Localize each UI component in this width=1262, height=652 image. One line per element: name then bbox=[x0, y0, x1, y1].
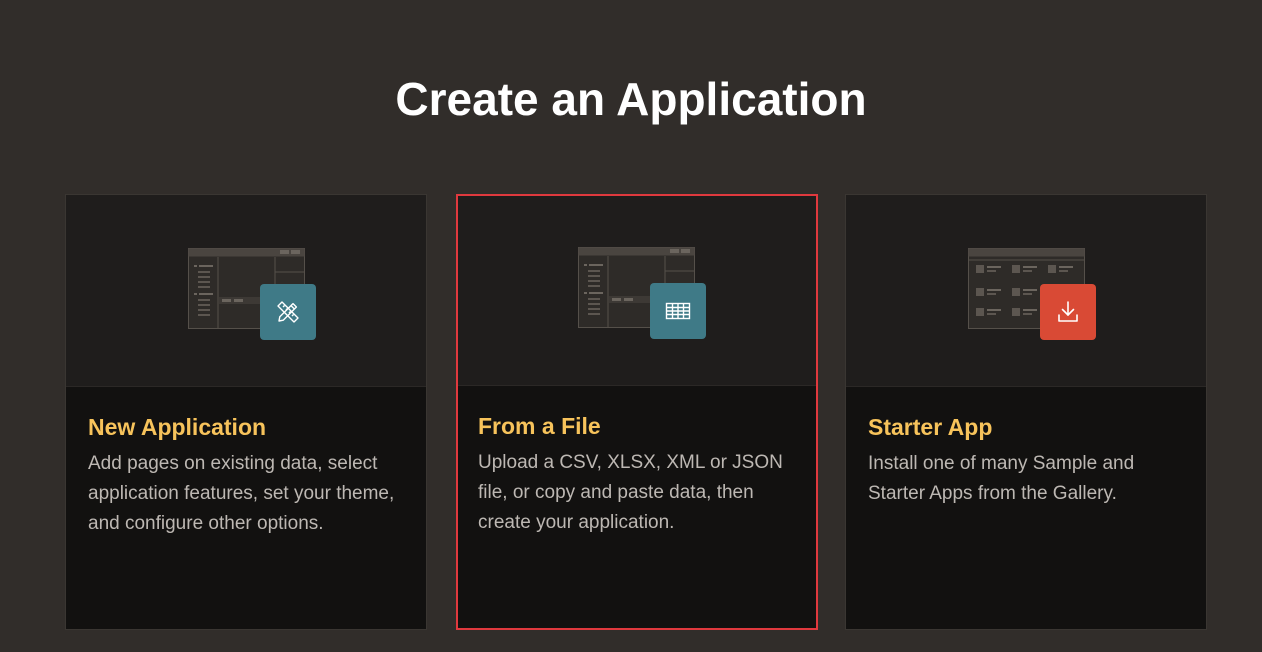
card-description: Install one of many Sample and Starter A… bbox=[868, 453, 1135, 504]
pencil-ruler-icon bbox=[277, 301, 299, 323]
download-badge bbox=[1040, 284, 1096, 340]
card-body: New Application Add pages on existing da… bbox=[88, 411, 406, 539]
card-illustration-area bbox=[846, 195, 1206, 387]
card-body: From a File Upload a CSV, XLSX, XML or J… bbox=[478, 410, 796, 538]
card-body: Starter App Install one of many Sample a… bbox=[868, 411, 1186, 509]
starter-app-card[interactable]: Starter App Install one of many Sample a… bbox=[845, 194, 1207, 630]
card-title: From a File bbox=[478, 413, 601, 439]
download-icon bbox=[1058, 301, 1078, 322]
card-description: Add pages on existing data, select appli… bbox=[88, 453, 395, 534]
card-illustration-area bbox=[66, 195, 426, 387]
page-title: Create an Application bbox=[395, 73, 867, 125]
card-description: Upload a CSV, XLSX, XML or JSON file, or… bbox=[478, 452, 783, 533]
card-illustration-area bbox=[458, 196, 816, 386]
card-title: Starter App bbox=[868, 414, 993, 440]
pencil-ruler-badge bbox=[260, 284, 316, 340]
table-grid-badge bbox=[650, 283, 706, 339]
card-title: New Application bbox=[88, 414, 267, 440]
from-a-file-card[interactable]: From a File Upload a CSV, XLSX, XML or J… bbox=[456, 194, 818, 630]
table-grid-icon bbox=[665, 302, 691, 320]
new-application-card[interactable]: New Application Add pages on existing da… bbox=[65, 194, 427, 630]
